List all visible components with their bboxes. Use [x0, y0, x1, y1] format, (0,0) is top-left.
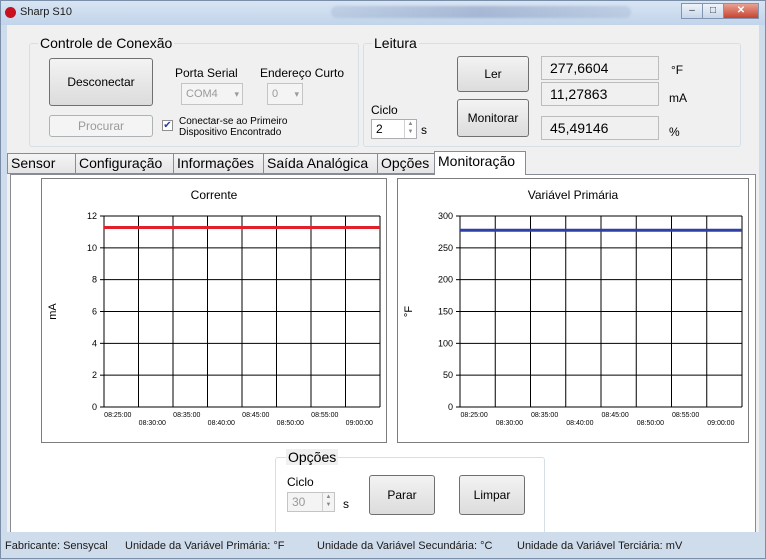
percent-value: 45,49146 — [541, 116, 659, 140]
tab-monitoracao[interactable]: Monitoração — [434, 151, 526, 175]
chevron-down-icon: ▾ — [294, 89, 299, 99]
current-unit: mA — [669, 91, 687, 105]
disconnect-button[interactable]: Desconectar — [49, 58, 153, 106]
short-address-select[interactable]: 0 ▾ — [267, 83, 303, 105]
y-tick-label: 8 — [92, 275, 97, 285]
clear-button[interactable]: Limpar — [459, 475, 525, 515]
blurred-title-overlay — [331, 6, 631, 18]
short-address-value: 0 — [272, 88, 279, 100]
x-tick-label: 08:35:00 — [173, 412, 200, 419]
tab-strip: Sensor Configuração Informações Saída An… — [7, 151, 759, 175]
read-button[interactable]: Ler — [457, 56, 529, 92]
primary-unit-status: Unidade da Variável Primária: °F — [125, 540, 285, 552]
monitor-cycle-label: Ciclo — [287, 475, 314, 489]
y-axis-label: °F — [403, 306, 415, 317]
spinner-arrows-icon[interactable]: ▲ ▼ — [404, 120, 416, 138]
monitor-cycle-unit: s — [343, 497, 349, 511]
cycle-spinner[interactable]: 2 ▲ ▼ — [371, 119, 417, 139]
x-tick-label: 08:50:00 — [637, 420, 664, 427]
secondary-unit-status: Unidade da Variável Secundária: °C — [317, 540, 493, 552]
current-value: 11,27863 — [541, 82, 659, 106]
percent-unit: % — [669, 125, 680, 139]
minimize-icon[interactable]: – — [681, 3, 703, 19]
short-address-label: Endereço Curto — [260, 66, 345, 80]
y-axis-label: mA — [47, 303, 59, 320]
primary-variable-unit: °F — [671, 63, 684, 77]
current-chart: Corrente 0 2 4 6 8 10 12 08:25:00 08:35:00 08:45:… — [41, 178, 387, 443]
primary-variable-chart: Variável Primária 0 50 100 150 200 250 300 08:2… — [397, 178, 749, 443]
maximize-icon[interactable]: □ — [702, 3, 724, 19]
y-tick-label: 300 — [438, 211, 453, 221]
current-chart-plot: 0 2 4 6 8 10 12 08:25:00 08:35:00 08:45:00 08:55:0… — [47, 211, 381, 427]
x-tick-label: 09:00:00 — [707, 420, 734, 427]
x-tick-label: 08:55:00 — [672, 412, 699, 419]
tab-sensor[interactable]: Sensor — [7, 153, 76, 174]
y-tick-label: 200 — [438, 275, 453, 285]
tertiary-unit-status: Unidade da Variável Terciária: mV — [517, 540, 683, 552]
monitor-button[interactable]: Monitorar — [457, 99, 529, 137]
reading-title: Leitura — [372, 35, 419, 51]
y-tick-label: 6 — [92, 307, 97, 317]
spinner-arrows-icon[interactable]: ▲ ▼ — [322, 493, 334, 511]
serial-port-select[interactable]: COM4 ▾ — [181, 83, 243, 105]
primary-variable-value: 277,6604 — [541, 56, 659, 80]
tab-opcoes[interactable]: Opções — [377, 153, 435, 174]
y-tick-label: 12 — [87, 211, 97, 221]
x-tick-label: 09:00:00 — [346, 420, 373, 427]
tab-informacoes[interactable]: Informações — [173, 153, 264, 174]
y-tick-label: 50 — [443, 370, 453, 380]
cycle-unit: s — [421, 123, 427, 137]
monitor-options-title: Opções — [286, 449, 339, 465]
cycle-label: Ciclo — [371, 103, 398, 117]
app-icon — [5, 7, 16, 18]
x-tick-label: 08:40:00 — [208, 420, 235, 427]
application-window: Sharp S10 – □ ✕ Controle de Conexão Desc… — [0, 0, 766, 559]
connection-control-title: Controle de Conexão — [38, 35, 175, 51]
window-title: Sharp S10 — [20, 6, 72, 18]
y-tick-label: 2 — [92, 370, 97, 380]
y-tick-label: 10 — [87, 243, 97, 253]
auto-connect-label-line1: Conectar-se ao Primeiro — [179, 116, 288, 127]
auto-connect-checkbox[interactable]: ✔ — [162, 120, 173, 131]
serial-port-value: COM4 — [186, 88, 218, 100]
y-tick-label: 150 — [438, 307, 453, 317]
tab-configuracao[interactable]: Configuração — [75, 153, 174, 174]
chevron-down-icon: ▾ — [234, 89, 239, 99]
serial-port-label: Porta Serial — [175, 66, 238, 80]
primary-variable-chart-plot: 0 50 100 150 200 250 300 08:25:00 08:35:00 08:45:… — [403, 211, 743, 427]
x-tick-label: 08:25:00 — [460, 412, 487, 419]
monitor-cycle-spinner[interactable]: 30 ▲ ▼ — [287, 492, 335, 512]
close-icon[interactable]: ✕ — [723, 3, 759, 19]
title-bar[interactable]: Sharp S10 – □ ✕ — [1, 1, 765, 25]
monitor-cycle-value: 30 — [292, 495, 306, 509]
y-tick-label: 100 — [438, 338, 453, 348]
x-tick-label: 08:30:00 — [496, 420, 523, 427]
search-button[interactable]: Procurar — [49, 115, 153, 137]
x-tick-label: 08:25:00 — [104, 412, 131, 419]
cycle-value: 2 — [376, 122, 383, 136]
x-tick-label: 08:40:00 — [566, 420, 593, 427]
x-tick-label: 08:50:00 — [277, 420, 304, 427]
x-tick-label: 08:45:00 — [242, 412, 269, 419]
y-tick-label: 250 — [438, 243, 453, 253]
manufacturer-status: Fabricante: Sensycal — [5, 540, 108, 552]
monitoring-tab-panel: Corrente 0 2 4 6 8 10 12 08:25:00 08:35:00 08:45:… — [10, 174, 756, 544]
x-tick-label: 08:55:00 — [311, 412, 338, 419]
main-client-area: Controle de Conexão Desconectar Procurar… — [7, 25, 759, 552]
x-tick-label: 08:35:00 — [531, 412, 558, 419]
status-bar: Fabricante: Sensycal Unidade da Variável… — [1, 532, 765, 558]
y-tick-label: 0 — [92, 402, 97, 412]
tab-saida-analogica[interactable]: Saída Analógica — [263, 153, 378, 174]
x-tick-label: 08:30:00 — [139, 420, 166, 427]
y-tick-label: 0 — [448, 402, 453, 412]
x-tick-label: 08:45:00 — [601, 412, 628, 419]
auto-connect-label-line2: Dispositivo Encontrado — [179, 127, 282, 138]
y-tick-label: 4 — [92, 338, 97, 348]
stop-button[interactable]: Parar — [369, 475, 435, 515]
